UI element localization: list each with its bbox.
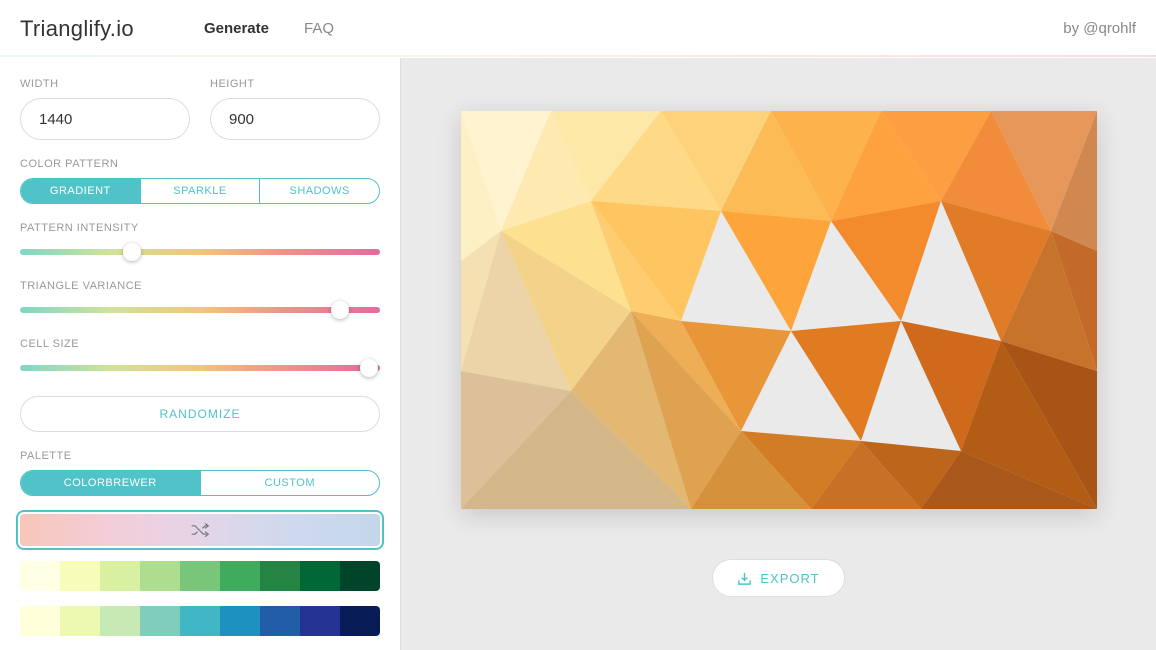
seg-shadows[interactable]: SHADOWS	[260, 179, 379, 203]
swatch[interactable]	[180, 606, 220, 636]
swatch[interactable]	[60, 606, 100, 636]
palette-tabs: COLORBREWER CUSTOM	[20, 470, 380, 496]
tab-colorbrewer[interactable]: COLORBREWER	[21, 471, 201, 495]
height-input[interactable]	[210, 98, 380, 140]
download-icon	[737, 571, 752, 586]
seg-gradient[interactable]: GRADIENT	[21, 179, 141, 203]
logo[interactable]: Trianglify.io	[20, 16, 134, 42]
cell-size-slider[interactable]	[20, 358, 380, 378]
preview-canvas	[461, 111, 1097, 509]
swatch[interactable]	[260, 606, 300, 636]
triangle-variance-label: TRIANGLE VARIANCE	[20, 280, 380, 292]
height-label: HEIGHT	[210, 78, 380, 90]
header: Trianglify.io Generate FAQ by @qrohlf	[0, 0, 1156, 58]
nav: Generate FAQ	[204, 20, 334, 37]
nav-generate[interactable]: Generate	[204, 20, 269, 37]
swatch[interactable]	[60, 561, 100, 591]
pattern-intensity-slider[interactable]	[20, 242, 380, 262]
swatch[interactable]	[20, 606, 60, 636]
shuffle-icon	[190, 523, 210, 537]
export-label: EXPORT	[760, 571, 819, 586]
swatch[interactable]	[340, 606, 380, 636]
width-input[interactable]	[20, 98, 190, 140]
swatch[interactable]	[140, 561, 180, 591]
slider-thumb[interactable]	[123, 243, 141, 261]
swatch[interactable]	[180, 561, 220, 591]
swatch[interactable]	[300, 561, 340, 591]
palette-row-0[interactable]	[20, 561, 380, 591]
palette-shuffle-row[interactable]	[20, 514, 380, 546]
swatch[interactable]	[140, 606, 180, 636]
color-pattern-seg: GRADIENT SPARKLE SHADOWS	[20, 178, 380, 204]
swatch[interactable]	[260, 561, 300, 591]
cell-size-label: CELL SIZE	[20, 338, 380, 350]
swatch[interactable]	[340, 561, 380, 591]
sidebar: WIDTH HEIGHT COLOR PATTERN GRADIENT SPAR…	[0, 58, 400, 650]
slider-thumb[interactable]	[360, 359, 378, 377]
swatch[interactable]	[100, 606, 140, 636]
pattern-intensity-label: PATTERN INTENSITY	[20, 222, 380, 234]
palette-label: PALETTE	[20, 450, 380, 462]
palette-row-1[interactable]	[20, 606, 380, 636]
swatch[interactable]	[220, 606, 260, 636]
slider-thumb[interactable]	[331, 301, 349, 319]
nav-faq[interactable]: FAQ	[304, 20, 334, 37]
swatch[interactable]	[300, 606, 340, 636]
width-label: WIDTH	[20, 78, 190, 90]
swatch[interactable]	[220, 561, 260, 591]
seg-sparkle[interactable]: SPARKLE	[141, 179, 261, 203]
randomize-button[interactable]: RANDOMIZE	[20, 396, 380, 432]
tab-custom[interactable]: CUSTOM	[201, 471, 380, 495]
swatch[interactable]	[20, 561, 60, 591]
canvas-area: EXPORT	[400, 58, 1156, 650]
byline[interactable]: by @qrohlf	[1063, 20, 1136, 37]
triangle-variance-slider[interactable]	[20, 300, 380, 320]
color-pattern-label: COLOR PATTERN	[20, 158, 380, 170]
swatch[interactable]	[100, 561, 140, 591]
export-button[interactable]: EXPORT	[712, 559, 844, 597]
